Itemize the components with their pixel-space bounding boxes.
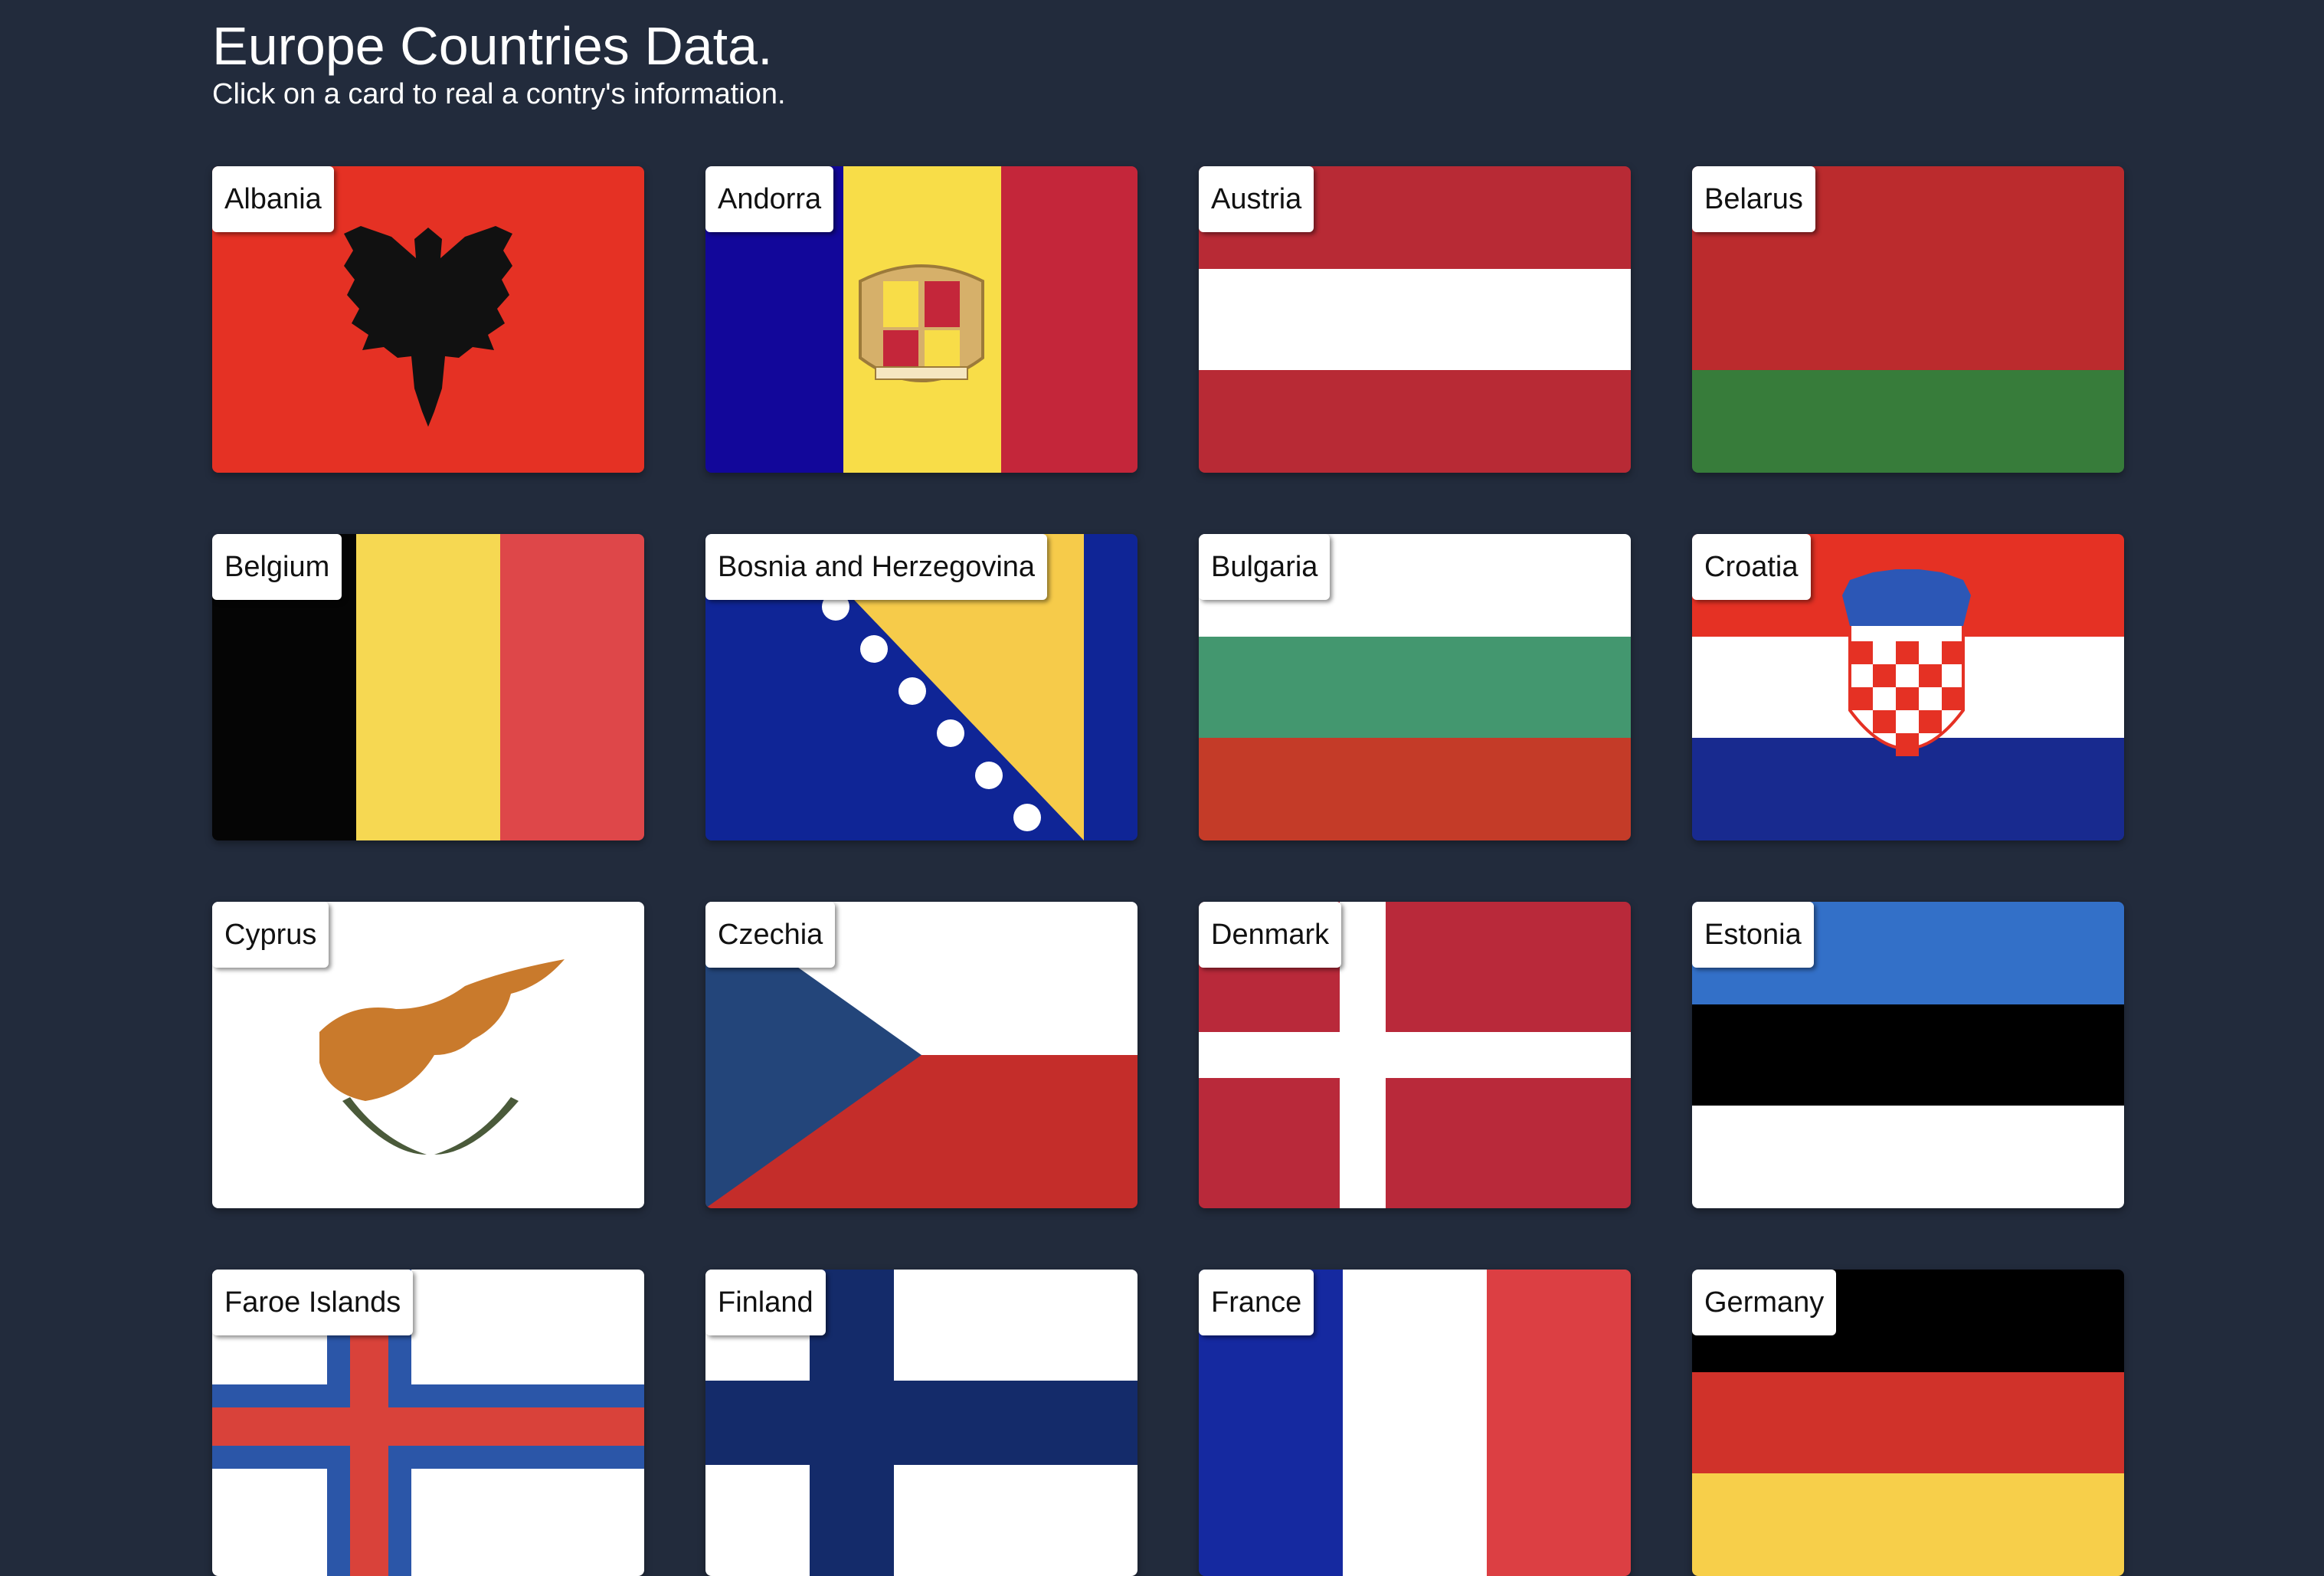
country-name: Croatia [1692,534,1811,600]
country-card-andorra[interactable]: Andorra [705,166,1137,473]
country-name: Denmark [1199,902,1342,968]
page-subtitle: Click on a card to real a contry's infor… [212,78,786,110]
country-name: Czechia [705,902,836,968]
country-card-germany[interactable]: Germany [1692,1270,2124,1576]
country-name: Faroe Islands [212,1270,414,1335]
country-card-bulgaria[interactable]: Bulgaria [1199,534,1631,840]
country-name: Cyprus [212,902,329,968]
country-card-austria[interactable]: Austria [1199,166,1631,473]
country-card-albania[interactable]: Albania [212,166,644,473]
coat-of-arms-icon [859,264,984,382]
page-title: Europe Countries Data. [212,16,773,76]
country-card-belarus[interactable]: Belarus [1692,166,2124,473]
country-name: Belgium [212,534,342,600]
country-name: Estonia [1692,902,1814,968]
country-card-denmark[interactable]: Denmark [1199,902,1631,1208]
country-card-belgium[interactable]: Belgium [212,534,644,840]
page: Europe Countries Data. Click on a card t… [0,0,2324,1576]
country-name: Albania [212,166,334,232]
country-card-grid: Albania Andorra Austria Belarus Belgium … [212,166,2124,1576]
country-name: Austria [1199,166,1314,232]
country-name: France [1199,1270,1314,1335]
country-card-faroe-islands[interactable]: Faroe Islands [212,1270,644,1576]
country-name: Germany [1692,1270,1837,1335]
country-card-czechia[interactable]: Czechia [705,902,1137,1208]
country-name: Belarus [1692,166,1815,232]
country-card-cyprus[interactable]: Cyprus [212,902,644,1208]
country-card-finland[interactable]: Finland [705,1270,1137,1576]
country-name: Finland [705,1270,826,1335]
country-card-estonia[interactable]: Estonia [1692,902,2124,1208]
country-card-croatia[interactable]: Croatia [1692,534,2124,840]
country-name: Andorra [705,166,834,232]
country-name: Bosnia and Herzegovina [705,534,1048,600]
country-card-france[interactable]: France [1199,1270,1631,1576]
country-name: Bulgaria [1199,534,1331,600]
country-card-bosnia-and-herzegovina[interactable]: Bosnia and Herzegovina [705,534,1137,840]
